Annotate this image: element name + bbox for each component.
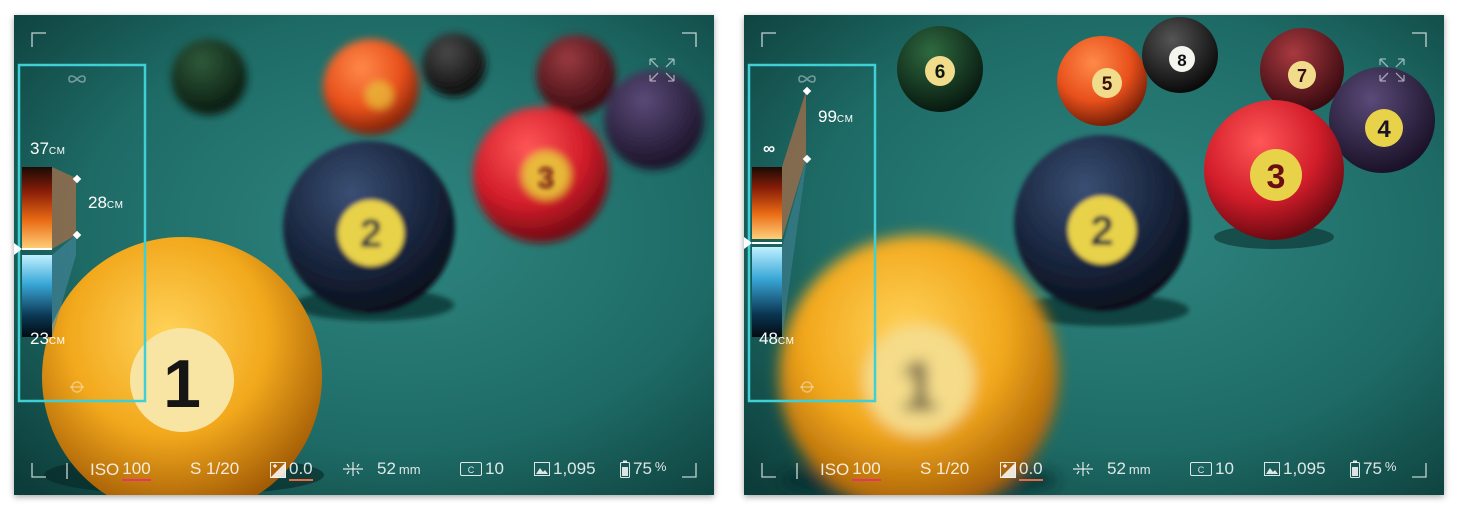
focus-far-unit: CM: [48, 336, 66, 347]
focus-far-value: 23: [30, 329, 49, 348]
raw-format-setting[interactable]: C 10: [1190, 459, 1234, 479]
focus-far-label: 48CM: [759, 329, 794, 349]
exposure-compensation-icon: [270, 462, 286, 478]
infinity-icon: [68, 75, 86, 83]
focal-length-icon: [1073, 462, 1093, 476]
raw-format-icon: C: [460, 462, 482, 476]
battery-icon: [620, 460, 630, 478]
focal-length-icon: [343, 462, 363, 476]
depth-bar-far: [22, 167, 52, 249]
focus-current-value: 99: [818, 107, 837, 126]
shutter-setting[interactable]: S 1/20: [920, 459, 969, 479]
focus-near-label: 37CM: [30, 139, 65, 159]
camera-status-bar: ISO 100 S 1/20 0.0 52 mm C 10 1,095 75 %: [744, 459, 1444, 483]
focal-length-unit: mm: [1128, 461, 1151, 477]
focal-length-setting[interactable]: 52 mm: [1072, 459, 1151, 479]
exposure-compensation-icon: [1000, 462, 1016, 478]
fullscreen-icon[interactable]: [1379, 58, 1405, 82]
svg-text:C: C: [1198, 465, 1205, 475]
battery-unit: %: [1384, 459, 1397, 474]
exposure-setting[interactable]: 0.0: [1000, 459, 1043, 481]
shutter-setting[interactable]: S 1/20: [190, 459, 239, 479]
battery-value: 75: [633, 459, 652, 478]
focal-length-value: 52: [1107, 459, 1126, 478]
exposure-value: 0.0: [1019, 459, 1043, 481]
photo-count: 1,095: [1264, 459, 1326, 479]
fullscreen-icon[interactable]: [649, 58, 675, 82]
focus-current-value: 28: [88, 193, 107, 212]
raw-format-icon: C: [1190, 462, 1212, 476]
focal-length-setting[interactable]: 52 mm: [342, 459, 421, 479]
focus-near-unit: CM: [48, 146, 66, 157]
focus-current-unit: CM: [836, 114, 854, 125]
photo-count-value: 1,095: [553, 459, 596, 478]
raw-count-value: 10: [485, 459, 504, 478]
focus-current-unit: CM: [106, 200, 124, 211]
focus-far-label: 23CM: [30, 329, 65, 349]
dof-far-handle[interactable]: [802, 86, 812, 96]
battery-status: 75%: [620, 459, 666, 479]
focus-near-value: 37: [30, 139, 49, 158]
focus-far-unit: CM: [777, 336, 795, 347]
battery-value: 75: [1363, 459, 1382, 478]
macro-icon: [70, 381, 84, 393]
svg-text:C: C: [468, 465, 475, 475]
battery-unit: %: [654, 459, 667, 474]
raw-format-setting[interactable]: C 10: [460, 459, 504, 479]
focus-near-value: ∞: [763, 139, 776, 158]
camera-viewfinder-right: 6 5 8 7 4 3 2 1 ∞ 99CM 48CM ISO 100 S 1/…: [744, 15, 1444, 495]
viewfinder-overlay: [14, 32, 697, 479]
iso-value: 100: [852, 459, 881, 481]
shutter-value: S 1/20: [920, 459, 970, 478]
focus-current-label: 28CM: [88, 193, 123, 213]
battery-icon: [1350, 460, 1360, 478]
viewfinder-overlay: [744, 32, 1427, 479]
frame-corner-brackets: [31, 32, 697, 478]
photo-count: 1,095: [534, 459, 596, 479]
infinity-icon: [798, 75, 816, 83]
battery-status: 75%: [1350, 459, 1396, 479]
depth-bar-near: [22, 255, 52, 337]
macro-icon: [800, 381, 814, 393]
frame-corner-brackets: [761, 32, 1427, 478]
depth-bar-near: [752, 247, 782, 337]
focal-length-value: 52: [377, 459, 396, 478]
iso-label: ISO: [90, 460, 120, 479]
photo-icon: [1264, 462, 1280, 476]
exposure-setting[interactable]: 0.0: [270, 459, 313, 481]
focus-far-value: 48: [759, 329, 778, 348]
iso-setting[interactable]: ISO 100: [90, 459, 151, 481]
depth-bar-far: [752, 167, 782, 239]
iso-value: 100: [122, 459, 151, 481]
camera-viewfinder-left: 2 1 3 37CM 28CM 23CM ISO 100 S 1/20 0.0 …: [14, 15, 714, 495]
focus-current-label: 99CM: [818, 107, 853, 127]
focus-near-label: ∞: [763, 139, 775, 159]
iso-setting[interactable]: ISO 100: [820, 459, 881, 481]
photo-count-value: 1,095: [1283, 459, 1326, 478]
exposure-value: 0.0: [289, 459, 313, 481]
shutter-value: S 1/20: [190, 459, 240, 478]
iso-label: ISO: [820, 460, 850, 479]
raw-count-value: 10: [1215, 459, 1234, 478]
focal-length-unit: mm: [398, 461, 421, 477]
camera-status-bar: ISO 100 S 1/20 0.0 52 mm C 10 1,095 75 %: [14, 459, 714, 483]
photo-icon: [534, 462, 550, 476]
